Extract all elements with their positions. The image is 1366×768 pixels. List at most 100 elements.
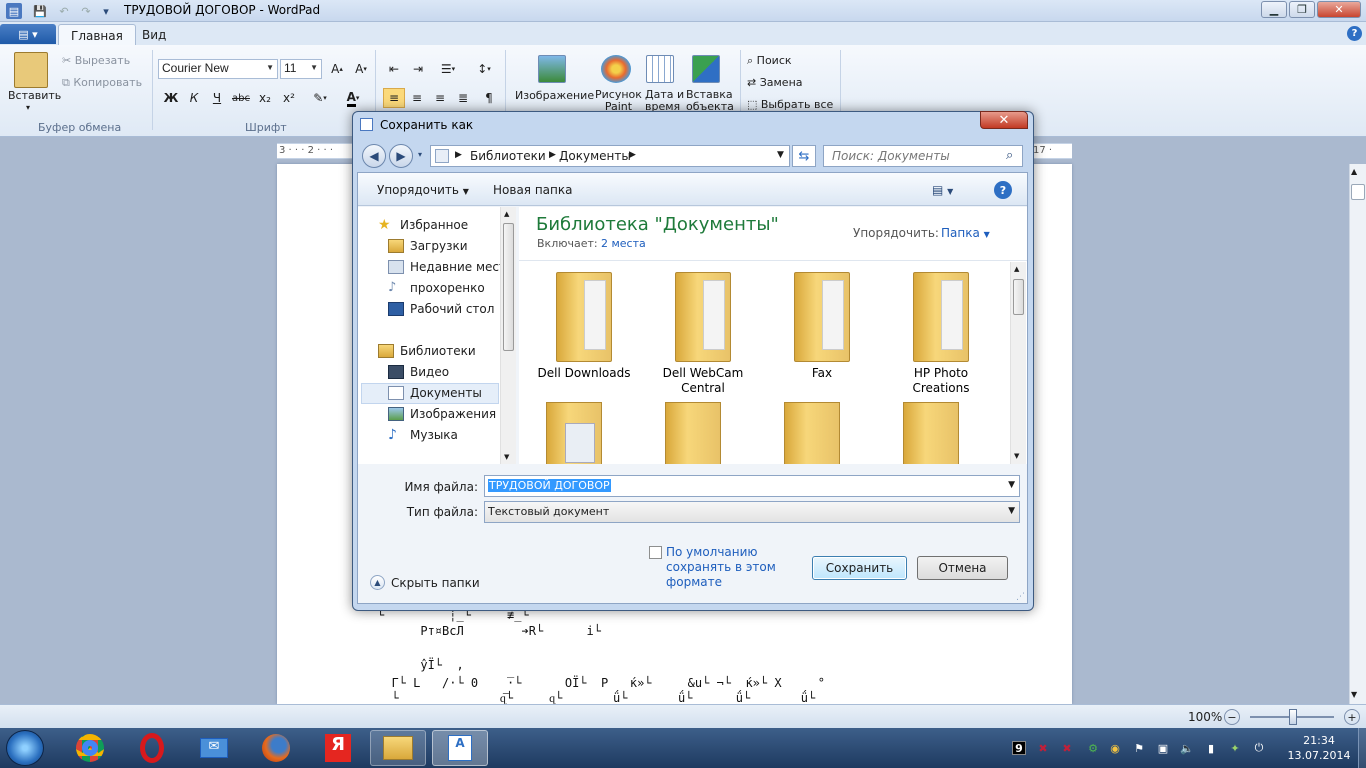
recent-pages-dropdown-icon[interactable]: ▾ [418,150,422,159]
nav-favorites[interactable]: ★ Избранное [378,215,468,235]
scroll-down-icon[interactable]: ▼ [504,453,509,461]
tray-app-icon[interactable]: ▣ [1156,741,1170,755]
increase-indent-icon[interactable]: ⇥ [407,59,429,79]
taskbar-mail[interactable]: ✉ [186,730,242,766]
default-format-checkbox[interactable] [649,546,662,559]
tray-app-icon[interactable]: ◉ [1108,741,1122,755]
nav-scrollbar[interactable]: ▲ ▼ [500,207,516,464]
picture-icon[interactable] [538,55,566,83]
breadcrumb-documents[interactable]: Документы [559,149,631,163]
insert-object-button[interactable]: Вставка объекта [686,89,734,113]
paste-icon[interactable] [14,52,48,88]
back-button[interactable]: ◀ [362,144,386,168]
vertical-scrollbar[interactable]: ▲ ▼ [1349,164,1366,704]
dialog-close-button[interactable]: ✕ [980,111,1028,129]
scroll-thumb[interactable] [503,223,514,351]
arrange-by-dropdown[interactable]: Папка ▼ [941,226,990,240]
folder-item[interactable]: Dell WebCam Central [644,268,762,396]
line-spacing-button[interactable]: ↕ ▾ [468,59,500,79]
tray-counter[interactable]: 9 [1012,741,1026,755]
organize-button[interactable]: Упорядочить ▼ [377,183,469,197]
paint-icon[interactable] [601,55,631,83]
default-format-label[interactable]: По умолчанию сохранять в этом формате [666,545,776,590]
folder-icon[interactable] [546,402,602,464]
subscript-button[interactable]: x₂ [254,88,276,108]
folder-item[interactable]: Fax [763,268,881,380]
app-icon[interactable]: ▤ [6,3,22,19]
address-bar[interactable]: ▶ Библиотеки ▶ Документы ▶ ▼ [430,145,790,167]
refresh-button[interactable]: ⇆ [792,145,816,167]
strikethrough-button[interactable]: abc [230,88,252,108]
help-icon[interactable]: ? [1347,26,1362,41]
search-icon[interactable]: ⌕ [1006,148,1013,163]
italic-button[interactable]: К [183,88,205,108]
nav-images[interactable]: Изображения [388,404,496,424]
nav-user[interactable]: ♪ прохоренко [388,278,485,298]
align-center-icon[interactable]: ≡ [406,88,428,108]
filetype-select[interactable]: Текстовый документ ▼ [484,501,1020,523]
undo-icon[interactable]: ↶ [56,3,72,19]
breadcrumb-libraries[interactable]: Библиотеки [470,149,546,163]
help-icon[interactable]: ? [994,181,1012,199]
search-box[interactable]: Поиск: Документы ⌕ [823,145,1023,167]
quick-access-dropdown-icon[interactable]: ▾ [98,3,114,19]
scroll-down-icon[interactable]: ▼ [1351,690,1357,699]
taskbar-yandex[interactable]: Я [310,730,366,766]
breadcrumb-separator-icon[interactable]: ▶ [549,150,556,160]
font-name-combo[interactable]: Courier New ▼ [158,59,278,79]
file-menu-button[interactable]: ▤ ▾ [0,24,56,44]
network-icon[interactable]: ✖ [1036,741,1050,755]
scroll-thumb[interactable] [1013,279,1024,315]
superscript-button[interactable]: x² [278,88,300,108]
hide-folders-button[interactable]: ▲ Скрыть папки [370,575,480,590]
paragraph-icon[interactable]: ¶ [478,88,500,108]
breadcrumb-separator-icon[interactable]: ▶ [629,150,636,160]
volume-icon[interactable]: 🔈 [1180,741,1194,755]
resize-grip-icon[interactable]: ⋰ [1016,592,1025,602]
folder-item[interactable]: Dell Downloads [525,268,643,380]
power-icon[interactable]: ⏻ [1252,741,1266,755]
scroll-down-icon[interactable]: ▼ [1014,452,1019,460]
start-button[interactable] [6,730,44,766]
folder-icon[interactable] [903,402,959,464]
paste-dropdown-icon[interactable]: ▾ [26,103,30,112]
list-button[interactable]: ☰ ▾ [431,59,465,79]
close-button[interactable]: ✕ [1317,1,1361,18]
taskbar-firefox[interactable] [248,730,304,766]
copy-button[interactable]: ⧉ Копировать [62,76,142,90]
new-folder-button[interactable]: Новая папка [493,183,572,197]
taskbar-opera[interactable] [124,730,180,766]
redo-icon[interactable]: ↷ [78,3,94,19]
grow-font-button[interactable]: A ▴ [326,59,348,79]
address-dropdown-icon[interactable]: ▼ [777,150,784,160]
battery-icon[interactable]: ▮ [1204,741,1218,755]
flag-icon[interactable]: ⚑ [1132,741,1146,755]
nav-documents[interactable]: Документы [388,383,482,403]
nav-downloads[interactable]: Загрузки [388,236,468,256]
underline-button[interactable]: Ч [206,88,228,108]
nav-recent[interactable]: Недавние места [388,257,513,277]
content-scrollbar[interactable]: ▲ ▼ [1010,262,1026,464]
highlight-button[interactable]: ✎ ▾ [304,88,336,108]
cut-button[interactable]: ✂ Вырезать [62,54,130,67]
object-icon[interactable] [692,55,720,83]
scroll-up-icon[interactable]: ▲ [1014,265,1019,273]
nav-video[interactable]: Видео [388,362,449,382]
minimize-button[interactable]: ▁ [1261,1,1287,18]
insert-paint-button[interactable]: Рисунок Paint [595,89,642,113]
insert-image-button[interactable]: Изображение [515,89,594,102]
network-icon[interactable]: ✖ [1060,741,1074,755]
decrease-indent-icon[interactable]: ⇤ [383,59,405,79]
clock[interactable]: 21:34 13.07.2014 [1284,733,1354,763]
folder-item[interactable]: HP Photo Creations [882,268,1000,396]
align-left-icon[interactable]: ≡ [383,88,405,108]
tray-app-icon[interactable]: ⚙ [1086,741,1100,755]
save-icon[interactable]: 💾 [32,3,48,19]
font-color-button[interactable]: A ▾ [338,88,368,108]
paste-button[interactable]: Вставить [8,89,61,102]
select-all-button[interactable]: ⬚ Выбрать все [747,98,833,111]
nav-libraries[interactable]: Библиотеки [378,341,476,361]
calendar-icon[interactable] [646,55,674,83]
replace-button[interactable]: ⇄ Замена [747,76,803,89]
tab-home[interactable]: Главная [58,24,136,46]
